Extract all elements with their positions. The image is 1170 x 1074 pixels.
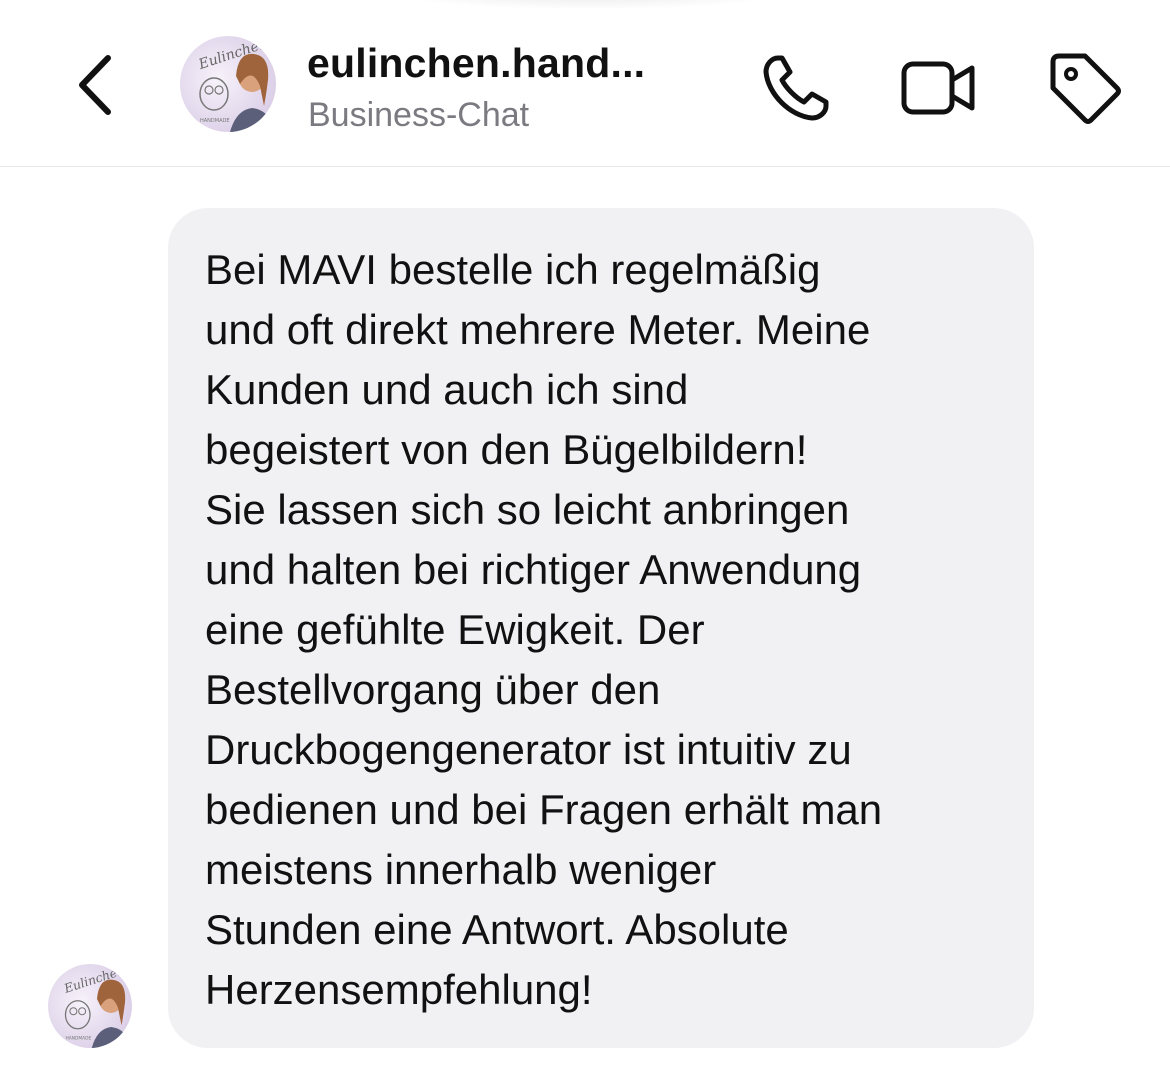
message-line: und oft direkt mehrere Meter. Meine [205, 306, 871, 353]
message-line: begeistert von den Bügelbildern! [205, 426, 808, 473]
logo-subtext: HANDMADE [200, 118, 230, 124]
message-line: meistens innerhalb weniger [205, 846, 717, 893]
message-line: Druckbogengenerator ist intuitiv zu [205, 726, 852, 773]
message-text: Bei MAVI bestelle ich regelmäßig und oft… [205, 240, 1005, 1020]
back-button[interactable] [70, 50, 120, 120]
message-line: Bei MAVI bestelle ich regelmäßig [205, 246, 821, 293]
video-call-button[interactable] [898, 48, 978, 128]
message-line: eine gefühlte Ewigkeit. Der [205, 606, 705, 653]
chat-subtitle: Business-Chat [308, 96, 530, 134]
video-camera-icon [901, 61, 975, 115]
message-bubble[interactable]: Bei MAVI bestelle ich regelmäßig und oft… [168, 208, 1034, 1048]
top-shadow [380, 0, 800, 10]
tag-icon [1050, 53, 1121, 124]
chat-title[interactable]: eulinchen.hand... [307, 40, 645, 87]
label-button[interactable] [1045, 48, 1125, 128]
message-line: und halten bei richtiger Anwendung [205, 546, 862, 593]
logo-subtext: HANDMADE [66, 1035, 92, 1041]
phone-icon [763, 55, 829, 121]
message-line: Stunden eine Antwort. Absolute [205, 906, 789, 953]
sender-avatar[interactable]: Eulinchen HANDMADE [48, 964, 132, 1048]
avatar[interactable]: Eulinchen HANDMADE [180, 36, 276, 132]
chevron-left-icon [79, 55, 111, 115]
message-line: Bestellvorgang über den [205, 666, 661, 713]
avatar-image: Eulinchen HANDMADE [48, 964, 132, 1048]
message-line: bedienen und bei Fragen erhält man [205, 786, 883, 833]
message-line: Sie lassen sich so leicht anbringen [205, 486, 850, 533]
chat-header: Eulinchen HANDMADE eulinchen.hand... Bus… [0, 0, 1170, 167]
call-button[interactable] [756, 48, 836, 128]
message-line: Kunden und auch ich sind [205, 366, 689, 413]
message-line: Herzensempfehlung! [205, 966, 593, 1013]
avatar-image: Eulinchen HANDMADE [180, 36, 276, 132]
